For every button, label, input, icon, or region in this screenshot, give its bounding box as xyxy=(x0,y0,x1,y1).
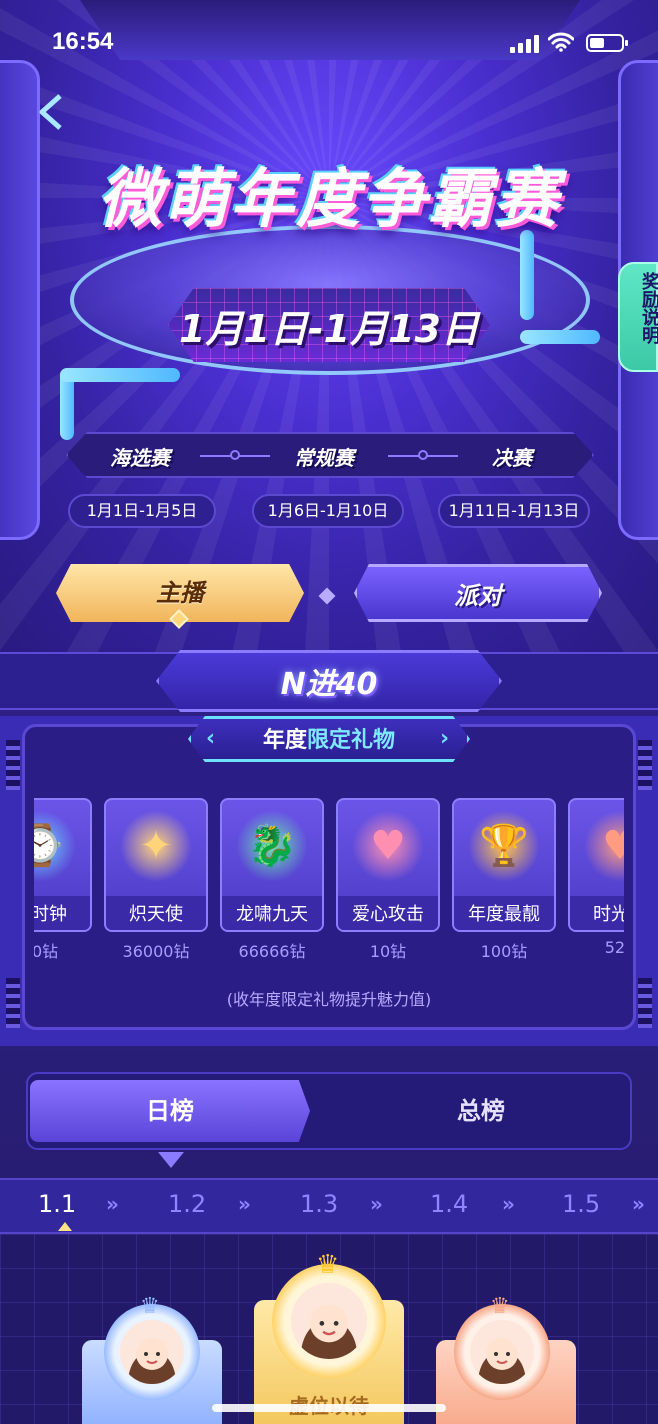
clock-gift-icon: ⌚ xyxy=(34,810,76,882)
gift-card[interactable]: 🐉 龙啸九天 xyxy=(220,798,324,932)
heart-arrow-gift-icon: ♥ xyxy=(584,810,624,882)
gift-price: 40钻 xyxy=(34,942,59,961)
wifi-icon xyxy=(548,32,574,52)
stage-date-regular: 1月6日-1月10日 xyxy=(252,494,404,528)
cellular-signal-icon xyxy=(510,34,542,53)
gift-title: 年度限定礼物 xyxy=(262,728,396,753)
gift-note: (收年度限定礼物提升魅力值) xyxy=(226,990,432,1009)
trophy-gift-icon: 🏆 xyxy=(468,810,540,882)
stage-regular: 常规赛 xyxy=(294,446,354,470)
date-item[interactable]: 1.1 xyxy=(38,1190,76,1218)
gift-card[interactable]: 🏆 年度最靓 xyxy=(452,798,556,932)
tab-total[interactable]: 总榜 xyxy=(336,1080,626,1142)
stage-date-audition: 1月1日-1月5日 xyxy=(68,494,216,528)
reward-info-tab[interactable]: 奖励说明 xyxy=(618,262,658,372)
tab-caret-icon xyxy=(158,1152,184,1168)
gift-name: 龙啸九天 xyxy=(236,904,308,925)
panel-stripe xyxy=(6,740,20,790)
heart-bunny-gift-icon: ♥ xyxy=(352,810,424,882)
stage-audition: 海选赛 xyxy=(110,446,170,470)
gift-name: 光时钟 xyxy=(34,904,67,925)
reward-info-label: 奖励说明 xyxy=(639,272,658,344)
gift-name: 爱心攻击 xyxy=(352,904,424,925)
home-indicator xyxy=(212,1404,446,1412)
date-selected-caret-icon xyxy=(58,1222,72,1231)
gift-name: 年度最靓 xyxy=(468,904,540,925)
event-title: 微萌年度争霸赛 xyxy=(98,163,560,237)
gift-price: 520 xyxy=(604,938,624,957)
double-chevron-icon: » xyxy=(370,1192,383,1216)
gift-card[interactable]: ♥ 爱心攻击 xyxy=(336,798,440,932)
avatar[interactable] xyxy=(291,1283,367,1359)
gift-card[interactable]: ⌚ 光时钟 xyxy=(34,798,92,932)
gift-list[interactable]: ⌚ 光时钟 40钻 ✦ 炽天使 36000钻 🐉 龙啸九天 66666钻 ♥ 爱心攻击 10钻 🏆 年度最… xyxy=(34,798,624,968)
status-bar: 16:54 xyxy=(0,0,658,84)
gift-price: 10钻 xyxy=(369,942,407,961)
event-date-range: 1月1日-1月13日 xyxy=(179,307,479,351)
gift-price: 36000钻 xyxy=(122,942,190,961)
double-chevron-icon: » xyxy=(632,1192,645,1216)
gift-name: 时光之 xyxy=(593,904,624,925)
avatar-placeholder-icon xyxy=(120,1320,184,1384)
gift-card[interactable]: ♥ 时光之 xyxy=(568,798,624,932)
page: 16:54 微萌年度争霸赛 1月1日-1月13日 奖励说明 海选赛 常规赛 决赛… xyxy=(0,0,658,1424)
crown-icon: ♛ xyxy=(140,1294,160,1319)
gift-card[interactable]: ✦ 炽天使 xyxy=(104,798,208,932)
dragon-gift-icon: 🐉 xyxy=(236,810,308,882)
avatar-placeholder-icon xyxy=(470,1320,534,1384)
hero-frame-left xyxy=(0,60,40,540)
battery-icon xyxy=(586,34,628,52)
hero-pipe xyxy=(60,368,180,382)
avatar-placeholder-icon xyxy=(291,1283,367,1359)
back-arrow-icon[interactable] xyxy=(34,92,74,132)
stage-date-final: 1月11日-1月13日 xyxy=(438,494,590,528)
hero-pipe xyxy=(520,330,600,344)
date-item[interactable]: 1.3 xyxy=(300,1190,338,1218)
tab-daily[interactable]: 日榜 xyxy=(30,1080,310,1142)
segment-party-button[interactable]: 派对 xyxy=(354,564,602,622)
avatar[interactable] xyxy=(470,1320,534,1384)
round-label: N进40 xyxy=(280,667,378,702)
hero-pipe xyxy=(520,230,534,320)
avatar[interactable] xyxy=(120,1320,184,1384)
date-item[interactable]: 1.4 xyxy=(430,1190,468,1218)
status-time: 16:54 xyxy=(52,28,114,55)
panel-stripe xyxy=(638,740,652,790)
angel-gift-icon: ✦ xyxy=(120,810,192,882)
stage-connector-dot xyxy=(418,450,428,460)
gift-price: 100钻 xyxy=(480,942,528,961)
crown-icon: ♛ xyxy=(490,1294,510,1319)
double-chevron-icon: » xyxy=(502,1192,515,1216)
date-item[interactable]: 1.2 xyxy=(168,1190,206,1218)
date-item[interactable]: 1.5 xyxy=(562,1190,600,1218)
gift-name: 炽天使 xyxy=(129,904,183,925)
stage-final: 决赛 xyxy=(492,446,532,470)
stage-connector-dot xyxy=(230,450,240,460)
gift-price: 66666钻 xyxy=(238,942,306,961)
crown-icon: ♛ xyxy=(316,1250,340,1280)
double-chevron-icon: » xyxy=(238,1192,251,1216)
double-chevron-icon: » xyxy=(106,1192,119,1216)
